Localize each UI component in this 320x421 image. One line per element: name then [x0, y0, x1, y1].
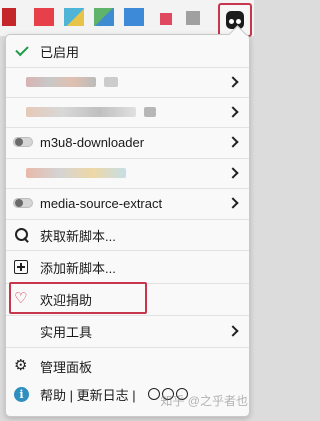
- browser-toolbar: [0, 0, 254, 37]
- script-item-media-source-extract[interactable]: media-source-extract: [6, 189, 249, 217]
- script-item-redacted[interactable]: [6, 159, 249, 187]
- divider: [6, 315, 249, 316]
- script-label: media-source-extract: [40, 195, 163, 211]
- dashboard-item[interactable]: ⚙ 管理面板: [6, 352, 249, 380]
- extension-icon[interactable]: [64, 8, 84, 26]
- chevron-right-icon: [227, 136, 239, 148]
- extension-icon[interactable]: [124, 8, 144, 26]
- extension-icon[interactable]: [2, 8, 16, 26]
- enabled-label: 已启用: [40, 44, 80, 60]
- highlight-box: [9, 282, 147, 314]
- add-new-script-item[interactable]: 添加新脚本...: [6, 253, 249, 281]
- script-item-redacted[interactable]: [6, 98, 249, 126]
- divider: [6, 347, 249, 348]
- search-icon: [14, 227, 30, 243]
- extension-icon[interactable]: [160, 13, 172, 25]
- chevron-right-icon: [227, 325, 239, 337]
- extension-icon[interactable]: [186, 11, 200, 25]
- extension-icon[interactable]: [94, 8, 114, 26]
- script-label: m3u8-downloader: [40, 134, 145, 150]
- gear-icon: ⚙: [14, 357, 28, 374]
- utilities-label: 实用工具: [40, 324, 93, 340]
- chevron-right-icon: [227, 106, 239, 118]
- dashboard-label: 管理面板: [40, 359, 93, 375]
- enabled-toggle-item[interactable]: 已启用: [6, 37, 249, 65]
- watermark: 知乎 @之乎者也: [160, 394, 248, 408]
- redacted-text: [26, 168, 126, 178]
- redacted-text: [26, 77, 96, 87]
- redacted-text: [26, 107, 136, 117]
- chevron-right-icon: [227, 76, 239, 88]
- redacted-text: [104, 77, 118, 87]
- chevron-right-icon: [227, 167, 239, 179]
- github-icon[interactable]: [148, 388, 160, 400]
- divider: [6, 219, 249, 220]
- add-square-icon: [14, 260, 28, 274]
- footer-label[interactable]: 帮助 | 更新日志 |: [40, 385, 136, 404]
- toggle-icon[interactable]: [13, 198, 33, 208]
- script-item-redacted[interactable]: [6, 68, 249, 96]
- chevron-right-icon: [227, 197, 239, 209]
- get-new-script-item[interactable]: 获取新脚本...: [6, 221, 249, 249]
- check-icon: [15, 42, 29, 56]
- info-icon: i: [14, 386, 29, 402]
- toggle-icon[interactable]: [13, 137, 33, 147]
- utilities-item[interactable]: 实用工具: [6, 317, 249, 345]
- redacted-text: [144, 107, 156, 117]
- divider: [6, 250, 249, 251]
- tampermonkey-popup-menu: 已启用 m3u8-downloader media-source-extract…: [5, 34, 250, 417]
- get-new-script-label: 获取新脚本...: [40, 228, 116, 244]
- script-item-m3u8-downloader[interactable]: m3u8-downloader: [6, 128, 249, 156]
- add-new-script-label: 添加新脚本...: [40, 260, 116, 276]
- extension-icon[interactable]: [34, 8, 54, 26]
